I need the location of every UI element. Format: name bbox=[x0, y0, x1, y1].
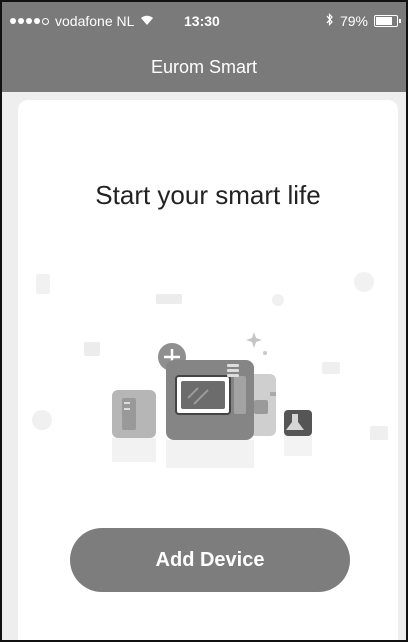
nav-title: Eurom Smart bbox=[150, 56, 258, 77]
bluetooth-icon bbox=[326, 13, 334, 29]
carrier-name: vodafone NL bbox=[55, 13, 135, 29]
wifi-icon bbox=[140, 13, 154, 29]
nav-bar: Eurom Smart bbox=[2, 42, 406, 92]
battery-percent: 79% bbox=[339, 13, 368, 29]
battery-icon bbox=[374, 15, 401, 27]
content-card: Start your smart life Add Device bbox=[18, 100, 398, 640]
smart-devices-illustration bbox=[32, 272, 388, 468]
status-time: 13:30 bbox=[184, 13, 220, 29]
status-left: vodafone NL bbox=[10, 13, 154, 29]
headline: Start your smart life bbox=[95, 180, 321, 210]
add-device-button[interactable]: Add Device bbox=[70, 528, 350, 592]
status-right: 79% bbox=[326, 13, 401, 29]
signal-dots-icon bbox=[10, 17, 49, 25]
status-bar: vodafone NL 13:30 79% bbox=[2, 2, 406, 42]
app-screen: vodafone NL 13:30 79% Eurom Smart Start … bbox=[0, 0, 408, 642]
